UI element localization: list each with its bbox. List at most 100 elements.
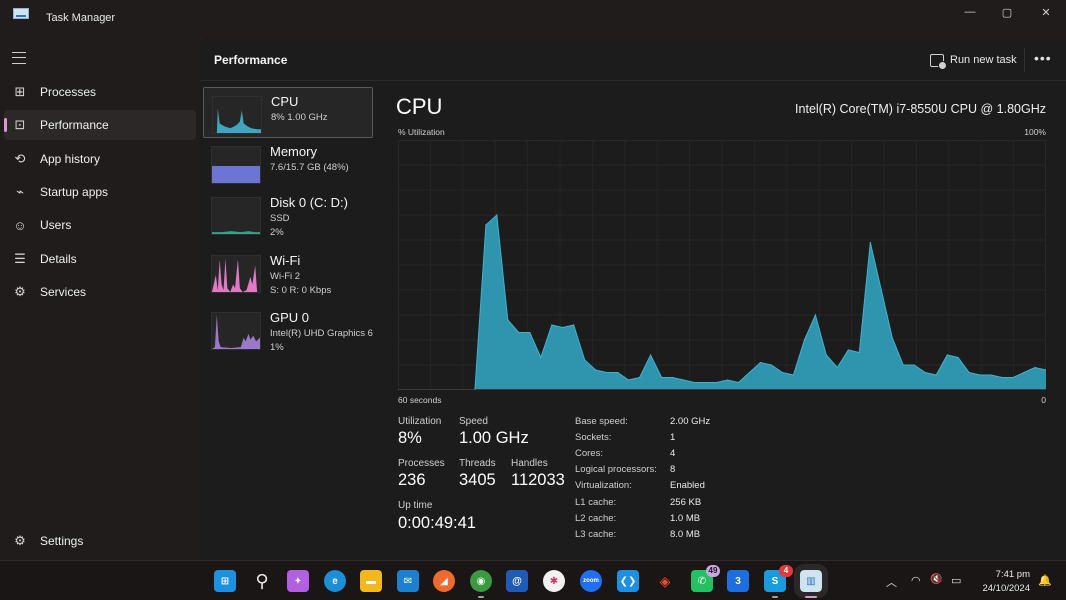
cpu-sample-point [1034, 366, 1036, 369]
tray-overflow-chevron-icon[interactable]: ︿ [886, 574, 897, 590]
taskbar-app-start[interactable]: ⊞ [214, 570, 236, 592]
sidebar-item-details[interactable]: ☰ Details [4, 244, 196, 274]
spec-value: 256 KB [670, 497, 702, 508]
cpu-sample-point [518, 331, 520, 334]
clock-time[interactable]: 7:41 pm [978, 569, 1030, 580]
cpu-sample-point [628, 379, 630, 381]
sidebar-item-label: Services [40, 285, 87, 299]
resource-item-cpu[interactable]: CPU 8% 1.00 GHz [203, 87, 373, 138]
spec-key: L2 cache: [575, 513, 617, 524]
resource-item-disk[interactable]: Disk 0 (C: D:) SSD 2% [203, 189, 373, 240]
taskbar-app-vscode[interactable]: ❮❯ [617, 570, 639, 592]
taskbar-app-chrome[interactable]: ◉ [470, 570, 492, 598]
hamburger-menu-icon[interactable] [12, 52, 26, 64]
handles-value: 112033 [511, 471, 565, 489]
taskbar-app-mail[interactable]: ✉ [397, 570, 419, 592]
resource-detail: 7.6/15.7 GB (48%) [270, 162, 349, 173]
sidebar-item-performance[interactable]: ⊡ Performance [4, 110, 196, 140]
taskbar-app-app-3[interactable]: 3 [727, 570, 749, 592]
battery-icon[interactable]: ▭ [951, 574, 961, 587]
taskbar-app-app-m[interactable]: @ [506, 570, 528, 592]
resource-name: Wi-Fi [270, 253, 301, 268]
resource-item-gpu[interactable]: GPU 0 Intel(R) UHD Graphics 6 1% [203, 304, 373, 355]
taskbar-app-zoom[interactable]: zoom [580, 570, 602, 592]
startup-icon: ⌁ [16, 184, 24, 199]
taskbar-app-search[interactable]: ⚲ [251, 570, 273, 592]
wifi-icon[interactable]: ◠ [911, 574, 921, 587]
minimize-button[interactable]: — [950, 0, 990, 24]
run-new-task-label: Run new task [950, 54, 1017, 66]
sidebar-item-processes[interactable]: ⊞ Processes [4, 77, 196, 107]
cpu-sample-point [606, 371, 608, 374]
start-icon: ⊞ [220, 575, 230, 587]
cpu-sample-point [485, 224, 487, 226]
file-explorer-icon: ▬ [366, 575, 376, 587]
zoom-icon: zoom [583, 578, 599, 584]
cpu-sample-point [584, 359, 586, 361]
close-button[interactable]: ✕ [1026, 0, 1066, 24]
taskbar-app-task-manager[interactable]: ▥ [794, 564, 828, 598]
cpu-sample-point [1023, 371, 1025, 374]
taskbar-app-edge[interactable]: e [324, 570, 346, 592]
taskbar-app-file-explorer[interactable]: ▬ [360, 570, 382, 592]
cpu-sample-point [825, 354, 827, 356]
cpu-sample-point [979, 374, 981, 376]
app-m-icon: @ [512, 575, 522, 587]
sidebar-item-services[interactable]: ⚙ Services [4, 277, 196, 307]
wifi-mini-graph-area [212, 258, 260, 292]
cpu-sample-point [683, 379, 685, 381]
cpu-heading: CPU [396, 94, 443, 119]
cpu-sample-point [1012, 376, 1014, 379]
spec-key: Base speed: [575, 416, 628, 427]
figma-icon: ◈ [659, 572, 671, 589]
processes-value: 236 [398, 471, 426, 489]
mail-icon: ✉ [403, 575, 413, 587]
volume-muted-icon[interactable]: 🔇 [930, 574, 942, 585]
cpu-sample-point [748, 371, 751, 374]
spec-key: Sockets: [575, 432, 612, 443]
cpu-sample-point [968, 371, 970, 374]
cpu-sample-point [737, 381, 740, 384]
sidebar-item-app-history[interactable]: ⟲ App history [4, 144, 196, 174]
sidebar-item-users[interactable]: ☺ Users [4, 210, 196, 240]
y-axis-max-label: 100% [1024, 127, 1046, 137]
taskbar-app-copilot[interactable]: ✦ [287, 570, 309, 592]
taskbar-app-figma[interactable]: ◈ [654, 570, 676, 592]
run-new-task-button[interactable]: Run new task [930, 50, 1017, 70]
disk-mini-graph-area [212, 231, 260, 234]
performance-icon: ⊡ [14, 117, 26, 132]
resource-detail: 2% [270, 227, 284, 238]
cpu-utilization-chart [398, 140, 1046, 390]
sidebar-item-label: App history [40, 152, 101, 166]
sidebar-item-settings[interactable]: ⚙ Settings [4, 526, 196, 556]
notification-bell-icon[interactable]: 🔔 [1038, 574, 1052, 587]
taskbar-app-whatsapp[interactable]: ✆ 49 [691, 565, 720, 592]
clock-date[interactable]: 24/10/2024 [970, 583, 1030, 594]
threads-value: 3405 [459, 471, 496, 489]
more-options-button[interactable]: ••• [1034, 50, 1052, 66]
memory-mini-graph-fill [212, 165, 260, 183]
performance-pane: Performance Run new task ••• CPU 8% 1.00… [200, 38, 1066, 560]
taskbar-app-postman[interactable]: ◢ [433, 570, 455, 592]
sidebar-item-startup-apps[interactable]: ⌁ Startup apps [4, 177, 196, 207]
taskbar-app-slack[interactable]: ✱ [543, 570, 565, 592]
running-indicator [772, 596, 778, 598]
cpu-sample-point [990, 374, 992, 376]
sidebar-item-label: Settings [40, 534, 84, 548]
slack-icon: ✱ [549, 575, 559, 587]
resource-item-wifi[interactable]: Wi-Fi Wi-Fi 2 S: 0 R: 0 Kbps [203, 247, 373, 298]
cpu-sample-point [595, 369, 597, 371]
maximize-button[interactable]: ▢ [987, 0, 1027, 24]
cpu-sample-point [847, 349, 849, 351]
cpu-sample-point [902, 364, 904, 366]
cpu-mini-graph-area [213, 108, 261, 133]
cpu-sample-point [792, 374, 794, 376]
resource-item-memory[interactable]: Memory 7.6/15.7 GB (48%) [203, 138, 373, 189]
spec-value: 8 [670, 464, 676, 475]
utilization-label: Utilization [398, 416, 442, 427]
taskbar-app-skype[interactable]: S4 [764, 565, 793, 598]
resource-name: Memory [270, 144, 317, 159]
uptime-label: Up time [398, 500, 433, 511]
details-icon: ☰ [14, 251, 26, 266]
x-axis-left-label: 60 seconds [398, 395, 442, 405]
